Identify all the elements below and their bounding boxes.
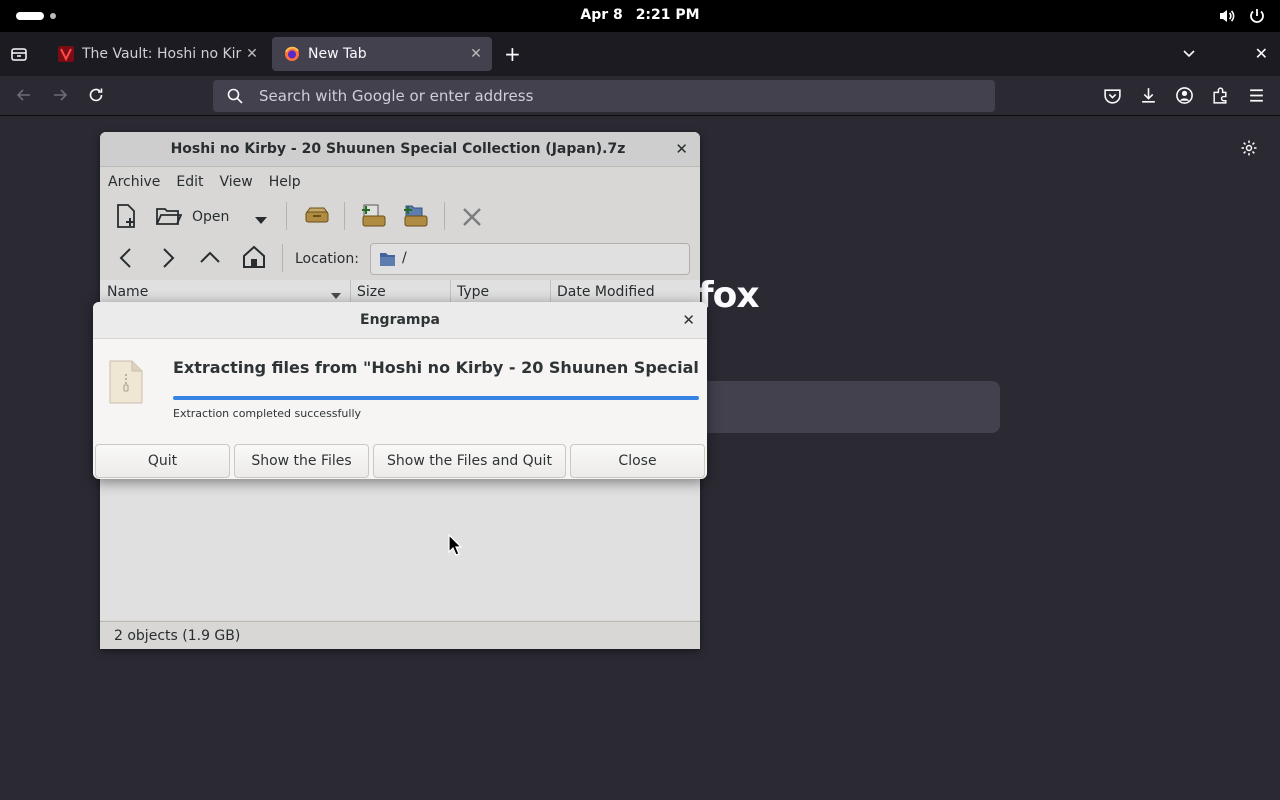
column-size[interactable]: Size xyxy=(357,284,386,300)
column-divider xyxy=(350,280,351,304)
close-button[interactable]: Close xyxy=(570,444,705,478)
firefox-favicon xyxy=(284,46,300,62)
stop-icon[interactable] xyxy=(460,205,484,233)
quit-button[interactable]: Quit xyxy=(95,444,230,478)
show-files-button[interactable]: Show the Files xyxy=(234,444,369,478)
tab-new-tab[interactable]: New Tab ✕ xyxy=(272,37,492,71)
dialog-button-row: Quit Show the Files Show the Files and Q… xyxy=(93,443,707,479)
address-bar[interactable]: Search with Google or enter address xyxy=(213,80,995,112)
forward-arrow-icon[interactable] xyxy=(158,246,178,274)
search-icon xyxy=(227,88,243,108)
browser-tab-bar: The Vault: Hoshi no Kirby ✕ New Tab ✕ + … xyxy=(0,32,1280,76)
reload-icon[interactable] xyxy=(87,86,105,108)
archive-file-icon xyxy=(109,360,143,408)
forward-arrow-icon[interactable] xyxy=(51,86,69,108)
browser-toolbar-icons xyxy=(1103,86,1266,109)
folder-icon xyxy=(379,251,396,271)
vault-favicon xyxy=(58,46,74,62)
up-arrow-icon[interactable] xyxy=(198,246,222,274)
downloads-icon[interactable] xyxy=(1139,86,1158,109)
tab-title: The Vault: Hoshi no Kirby xyxy=(82,46,242,62)
firefox-view-icon[interactable] xyxy=(10,45,28,67)
volume-icon[interactable] xyxy=(1218,7,1236,25)
tab-close-icon[interactable]: ✕ xyxy=(242,46,262,62)
clock-date: Apr 8 xyxy=(580,7,623,23)
menu-archive[interactable]: Archive xyxy=(108,168,160,196)
open-folder-icon[interactable] xyxy=(154,202,183,234)
clock[interactable]: Apr 8 2:21 PM xyxy=(0,7,1280,23)
system-tray[interactable] xyxy=(1218,7,1266,25)
system-top-bar: Apr 8 2:21 PM xyxy=(0,0,1280,32)
dialog-heading: Extracting files from "Hoshi no Kirby - … xyxy=(173,358,699,377)
progress-bar xyxy=(173,396,699,400)
toolbar-separator xyxy=(286,202,287,230)
pocket-icon[interactable] xyxy=(1103,86,1122,109)
menu-edit[interactable]: Edit xyxy=(176,168,203,196)
extraction-dialog: Engrampa ✕ Extracting files from "Hoshi … xyxy=(93,302,707,479)
window-close-icon[interactable]: ✕ xyxy=(1255,44,1268,63)
settings-gear-icon[interactable] xyxy=(1240,139,1258,161)
back-arrow-icon[interactable] xyxy=(15,86,33,108)
column-type[interactable]: Type xyxy=(457,284,489,300)
address-placeholder: Search with Google or enter address xyxy=(259,87,534,105)
ntp-search-box[interactable] xyxy=(700,381,1000,433)
column-name[interactable]: Name xyxy=(107,284,148,300)
status-bar: 2 objects (1.9 GB) xyxy=(100,621,700,649)
open-button-label[interactable]: Open xyxy=(192,209,229,225)
location-field[interactable]: / xyxy=(370,243,690,275)
toolbar-separator xyxy=(282,244,283,272)
mouse-pointer-icon xyxy=(448,533,463,560)
tab-title: New Tab xyxy=(308,46,367,62)
menu-bar: Archive Edit View Help xyxy=(100,168,700,196)
column-divider xyxy=(550,280,551,304)
tab-vault[interactable]: The Vault: Hoshi no Kirby ✕ xyxy=(46,37,268,71)
new-archive-icon[interactable] xyxy=(112,202,140,234)
file-list-header: Name Size Type Date Modified xyxy=(100,280,700,304)
location-bar: Location: / xyxy=(100,238,700,278)
engrampa-title: Hoshi no Kirby - 20 Shuunen Special Coll… xyxy=(170,141,626,157)
location-value: / xyxy=(402,250,407,266)
tab-close-icon[interactable]: ✕ xyxy=(466,46,486,62)
show-files-and-quit-button[interactable]: Show the Files and Quit xyxy=(373,444,566,478)
menu-view[interactable]: View xyxy=(220,168,253,196)
back-arrow-icon[interactable] xyxy=(116,246,136,274)
column-date-modified[interactable]: Date Modified xyxy=(557,284,655,300)
home-icon[interactable] xyxy=(242,244,266,274)
add-folder-icon[interactable] xyxy=(400,202,430,234)
column-divider xyxy=(450,280,451,304)
close-icon[interactable]: ✕ xyxy=(682,311,695,329)
toolbar-separator xyxy=(444,202,445,230)
menu-icon[interactable] xyxy=(1247,86,1266,109)
engrampa-toolbar: Open xyxy=(100,196,700,236)
account-icon[interactable] xyxy=(1175,86,1194,109)
progress-bar-fill xyxy=(173,396,699,400)
extensions-icon[interactable] xyxy=(1211,86,1230,109)
dialog-titlebar[interactable]: Engrampa ✕ xyxy=(93,302,707,339)
toolbar-separator xyxy=(344,202,345,230)
engrampa-titlebar[interactable]: Hoshi no Kirby - 20 Shuunen Special Coll… xyxy=(100,132,700,167)
close-icon[interactable]: ✕ xyxy=(675,140,688,158)
clock-time: 2:21 PM xyxy=(635,7,700,23)
chevron-down-icon[interactable] xyxy=(254,210,268,229)
dialog-title: Engrampa xyxy=(360,312,440,328)
chevron-down-icon[interactable] xyxy=(1182,46,1196,65)
firefox-wordmark: fox xyxy=(698,275,760,316)
browser-nav-bar: Search with Google or enter address xyxy=(0,76,1280,116)
new-tab-plus-icon[interactable]: + xyxy=(504,44,521,64)
location-label: Location: xyxy=(295,251,359,267)
extract-icon[interactable] xyxy=(302,202,332,234)
dialog-status-text: Extraction completed successfully xyxy=(173,407,362,420)
add-files-icon[interactable] xyxy=(358,202,388,234)
power-icon[interactable] xyxy=(1248,7,1266,25)
menu-help[interactable]: Help xyxy=(269,168,301,196)
